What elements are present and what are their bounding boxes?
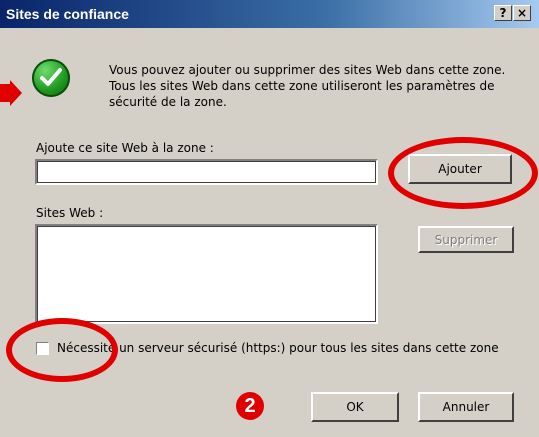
sites-label: Sites Web : — [36, 206, 103, 220]
close-icon: × — [516, 6, 528, 20]
cancel-button[interactable]: Annuler — [418, 392, 514, 422]
close-button[interactable]: × — [513, 5, 531, 21]
https-checkbox-label[interactable]: Nécessite un serveur sécurisé (https:) p… — [57, 341, 499, 355]
add-button-highlight-circle — [388, 137, 538, 209]
site-url-field[interactable] — [35, 159, 378, 185]
sites-label-text: Sites Web : — [36, 206, 104, 220]
add-site-label-text: Ajoute ce site Web à la zone : — [36, 141, 214, 155]
checkbox-highlight-circle — [6, 318, 118, 382]
ok-button-label: OK — [346, 400, 364, 414]
add-site-label: Ajoute ce site Web à la zone : — [36, 141, 214, 155]
info-message: Vous pouvez ajouter ou supprimer des sit… — [109, 63, 506, 109]
help-icon: ? — [499, 6, 507, 20]
sites-listbox[interactable] — [35, 224, 378, 324]
https-checkbox-label-text: Nécessite un serveur sécurisé (https:) p… — [57, 341, 499, 355]
remove-button[interactable]: Supprimer — [418, 226, 514, 253]
ok-button[interactable]: OK — [311, 392, 399, 422]
remove-button-label: Supprimer — [434, 232, 498, 247]
window-title: Sites de confiance — [6, 6, 129, 22]
step-number-badge: 2 — [236, 392, 264, 420]
title-bar[interactable]: Sites de confiance ? × — [0, 0, 539, 28]
site-url-input[interactable] — [37, 161, 376, 183]
arrow-icon — [0, 80, 22, 106]
checkmark-icon — [32, 59, 70, 97]
help-button[interactable]: ? — [494, 5, 512, 21]
cancel-button-label: Annuler — [442, 400, 490, 414]
trusted-sites-dialog: Sites de confiance ? × Vous pouvez ajout… — [0, 0, 539, 437]
